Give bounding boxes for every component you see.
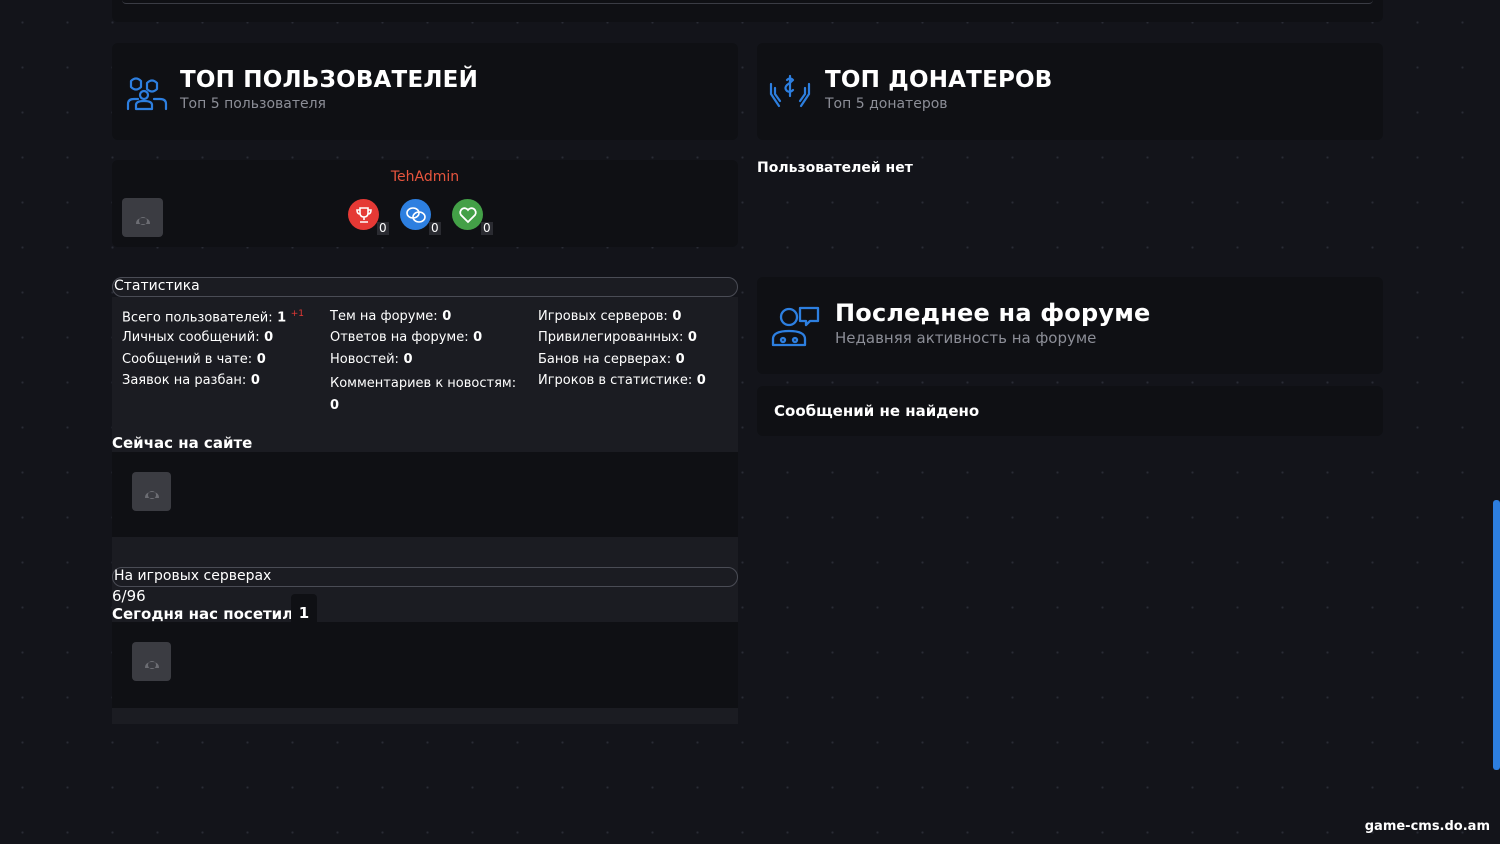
top-panel-edge bbox=[112, 0, 1383, 22]
top-donators-header: ТОП ДОНАТЕРОВ Топ 5 донатеров bbox=[757, 43, 1383, 140]
donation-icon bbox=[769, 74, 811, 114]
stat-unban: Заявок на разбан: 0 bbox=[122, 373, 260, 388]
stat-users: Всего пользователей: 1 +1 bbox=[122, 309, 304, 326]
visitors-panel bbox=[112, 622, 738, 708]
stat-chat: Сообщений в чате: 0 bbox=[122, 352, 266, 367]
avatar-placeholder-icon bbox=[133, 207, 153, 229]
online-now-title: Сейчас на сайте bbox=[112, 434, 253, 452]
stat-comments: Комментариев к новостям: 0 bbox=[330, 376, 517, 413]
users-icon bbox=[126, 73, 168, 115]
trophy-count: 0 bbox=[377, 221, 389, 235]
today-visitors-label: Сегодня нас посетили bbox=[112, 605, 304, 623]
stat-users-delta: +1 bbox=[290, 309, 304, 319]
no-messages-text: Сообщений не найдено bbox=[774, 402, 980, 420]
server-players-count: 6/96 bbox=[112, 587, 146, 605]
page-scrollbar[interactable] bbox=[1493, 500, 1500, 770]
avatar-placeholder-icon bbox=[142, 481, 162, 503]
no-donators-text: Пользователей нет bbox=[757, 160, 913, 176]
forum-icon bbox=[770, 305, 822, 351]
top-donators-subtitle: Топ 5 донатеров bbox=[825, 96, 948, 112]
game-servers-header: На игровых серверах bbox=[112, 567, 738, 587]
forum-messages-panel: Сообщений не найдено bbox=[757, 386, 1383, 436]
forum-title: Последнее на форуме bbox=[835, 299, 1151, 327]
stat-servers: Игровых серверов: 0 bbox=[538, 309, 682, 324]
stat-topics: Тем на форуме: 0 bbox=[330, 309, 452, 324]
stat-players: Игроков в статистике: 0 bbox=[538, 373, 706, 388]
forum-header: Последнее на форуме Недавняя активность … bbox=[757, 277, 1383, 374]
username-link[interactable]: TehAdmin bbox=[112, 169, 738, 185]
avatar[interactable] bbox=[122, 198, 163, 237]
stat-news: Новостей: 0 bbox=[330, 352, 413, 367]
chat-icon[interactable] bbox=[400, 199, 431, 230]
statistics-header: Статистика bbox=[112, 277, 738, 297]
top-users-subtitle: Топ 5 пользователя bbox=[180, 96, 326, 112]
top-users-title: ТОП ПОЛЬЗОВАТЕЛЕЙ bbox=[180, 67, 479, 93]
stat-bans: Банов на серверах: 0 bbox=[538, 352, 685, 367]
stat-pm: Личных сообщений: 0 bbox=[122, 330, 274, 345]
visitor-avatar[interactable] bbox=[132, 642, 171, 681]
stat-privileged: Привилегированных: 0 bbox=[538, 330, 697, 345]
trophy-icon[interactable] bbox=[348, 199, 379, 230]
online-now-panel bbox=[112, 452, 738, 537]
watermark: game-cms.do.am bbox=[1364, 819, 1490, 834]
heart-count: 0 bbox=[481, 221, 493, 235]
avatar-placeholder-icon bbox=[142, 651, 162, 673]
stat-replies: Ответов на форуме: 0 bbox=[330, 330, 483, 345]
chat-count: 0 bbox=[429, 221, 441, 235]
online-user-avatar[interactable] bbox=[132, 472, 171, 511]
top-donators-title: ТОП ДОНАТЕРОВ bbox=[825, 67, 1053, 93]
heart-icon[interactable] bbox=[452, 199, 483, 230]
forum-subtitle: Недавняя активность на форуме bbox=[835, 329, 1097, 347]
top-user-card[interactable]: TehAdmin 0 0 0 bbox=[112, 160, 738, 247]
top-users-header: ТОП ПОЛЬЗОВАТЕЛЕЙ Топ 5 пользователя bbox=[112, 43, 738, 140]
